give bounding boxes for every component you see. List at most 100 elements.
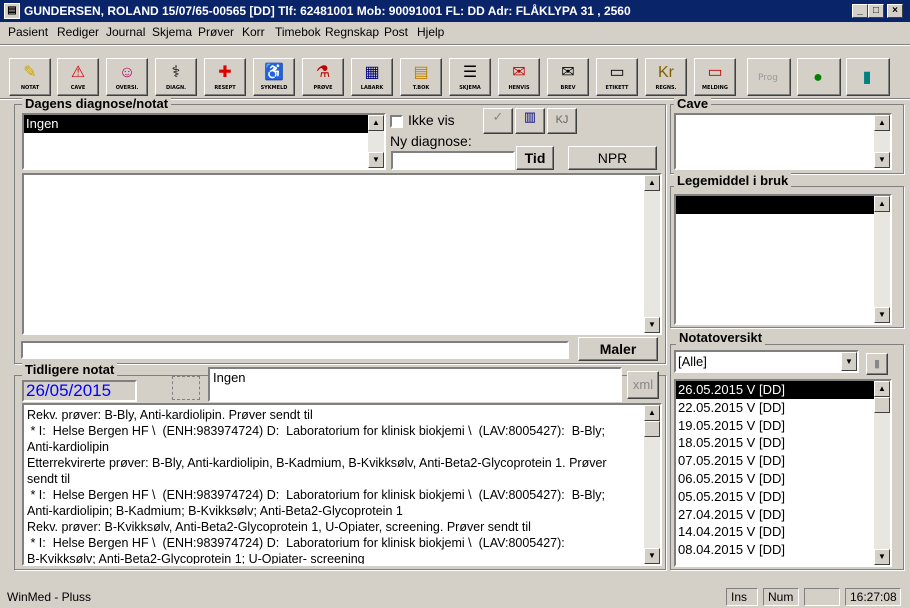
notat-list-item[interactable]: 07.05.2015 V [DD]	[676, 452, 874, 470]
toolbar-label: T.BOK	[412, 85, 430, 91]
menu-post[interactable]: Post	[384, 25, 408, 39]
toolbar-button-labark[interactable]: ▦ LABARK	[351, 58, 393, 96]
menu-regnskap[interactable]: Regnskap	[325, 25, 379, 39]
toolbar-icon: ▭	[707, 64, 723, 81]
diagnose-group-label: Dagens diagnose/notat	[22, 96, 172, 111]
toolbar-label: SYKMELD	[260, 85, 288, 91]
scroll-down-icon[interactable]: ▼	[874, 152, 890, 168]
toolbar-button-skjema[interactable]: ☰ SKJEMA	[449, 58, 491, 96]
cave-group-label: Cave	[674, 96, 712, 111]
notat-list-item[interactable]: 08.04.2015 V [DD]	[676, 541, 874, 559]
menu-journal[interactable]: Journal	[106, 25, 145, 39]
status-time: 16:27:08	[845, 588, 901, 606]
menu-skjema[interactable]: Skjema	[152, 25, 192, 39]
notat-filter-select[interactable]: [Alle] ▼	[674, 350, 859, 373]
notat-list-item[interactable]: 14.04.2015 V [DD]	[676, 523, 874, 541]
notat-list-item[interactable]: 05.05.2015 V [DD]	[676, 488, 874, 506]
toolbar-button-brev[interactable]: ✉ BREV	[547, 58, 589, 96]
minimize-icon[interactable]: _	[852, 4, 868, 18]
toolbar-button-regns[interactable]: Kr REGNS.	[645, 58, 687, 96]
scroll-thumb[interactable]	[644, 421, 660, 437]
kj-button[interactable]: KJ	[547, 108, 577, 134]
diagnose-list-item[interactable]: Ingen	[24, 115, 368, 133]
notat-line: * I: Helse Bergen HF \ (ENH:983974724) D…	[27, 536, 565, 550]
app-icon[interactable]: ▤	[4, 3, 20, 19]
tidligere-scrollbar[interactable]: ▲ ▼	[644, 405, 660, 564]
npr-button[interactable]: NPR	[568, 146, 657, 170]
tidligere-group-label: Tidligere notat	[22, 362, 118, 377]
menu-pasient[interactable]: Pasient	[8, 25, 48, 39]
toolbar-button-notat[interactable]: ✎ NOTAT	[9, 58, 51, 96]
notat-list-item[interactable]: 22.05.2015 V [DD]	[676, 399, 874, 417]
scroll-down-icon[interactable]: ▼	[368, 152, 384, 168]
toolbar-icon: ☺	[118, 64, 136, 81]
close-icon[interactable]: ×	[887, 4, 903, 18]
diagnose-list-scrollbar[interactable]: ▲ ▼	[368, 115, 384, 168]
menu-separator	[0, 44, 910, 46]
toolbar-button-henvis[interactable]: ✉ HENVIS	[498, 58, 540, 96]
note-textarea[interactable]: ▲ ▼	[22, 173, 662, 335]
notat-filter-value: [Alle]	[678, 354, 707, 369]
scroll-up-icon[interactable]: ▲	[644, 405, 660, 421]
toolbar-button-extra16[interactable]: ●	[797, 58, 841, 96]
notat-list-item[interactable]: 06.05.2015 V [DD]	[676, 470, 874, 488]
tidligere-attachment[interactable]	[172, 376, 200, 400]
menu-rediger[interactable]: Rediger	[57, 25, 99, 39]
archive-icon: ▥	[523, 109, 537, 124]
notat-list-item[interactable]: 18.05.2015 V [DD]	[676, 434, 874, 452]
chevron-down-icon[interactable]: ▼	[841, 352, 857, 371]
toolbar-button-etikett[interactable]: ▭ ETIKETT	[596, 58, 638, 96]
archive-button[interactable]: ▥	[515, 108, 545, 134]
note-scrollbar[interactable]: ▲ ▼	[644, 175, 660, 333]
toolbar-button-tbok[interactable]: ▤ T.BOK	[400, 58, 442, 96]
ikke-vis-checkbox[interactable]	[390, 115, 403, 128]
toolbar-label: PRØVE	[313, 85, 333, 91]
scroll-up-icon[interactable]: ▲	[644, 175, 660, 191]
maler-button[interactable]: Maler	[578, 337, 658, 361]
cave-scrollbar[interactable]: ▲ ▼	[874, 115, 890, 168]
toolbar-icon: ✉	[561, 64, 575, 81]
menu-korr[interactable]: Korr	[242, 25, 265, 39]
xml-button[interactable]: xml	[627, 371, 659, 399]
notat-list-item[interactable]: 19.05.2015 V [DD]	[676, 417, 874, 435]
toolbar-button-oversi[interactable]: ☺ OVERSI.	[106, 58, 148, 96]
scroll-down-icon[interactable]: ▼	[874, 549, 890, 565]
scroll-up-icon[interactable]: ▲	[874, 381, 890, 397]
maler-input[interactable]	[21, 341, 569, 359]
scroll-down-icon[interactable]: ▼	[644, 548, 660, 564]
notat-list-item[interactable]: 26.05.2015 V [DD]	[676, 381, 874, 399]
menu-hjelp[interactable]: Hjelp	[417, 25, 444, 39]
notat-list-item[interactable]: 27.04.2015 V [DD]	[676, 506, 874, 524]
notat-list[interactable]: 26.05.2015 V [DD] 22.05.2015 V [DD] 19.05.…	[674, 379, 892, 567]
toolbar-label: ETIKETT	[605, 85, 629, 91]
trash-button[interactable]: ▮	[866, 353, 888, 375]
notat-list-scrollbar[interactable]: ▲ ▼	[874, 381, 890, 565]
legemiddel-list[interactable]: ▲ ▼	[674, 194, 892, 325]
legemiddel-selected-row[interactable]	[676, 196, 874, 214]
ny-diagnose-input[interactable]	[391, 151, 515, 170]
menu-prover[interactable]: Prøver	[198, 25, 234, 39]
toolbar-button-prog[interactable]: Prog	[747, 58, 791, 96]
toolbar-button-diagn[interactable]: ⚕ DIAGN.	[155, 58, 197, 96]
check-button[interactable]: ✓	[483, 108, 513, 134]
toolbar-button-extra17[interactable]: ▮	[846, 58, 890, 96]
tidligere-notat-text[interactable]: Rekv. prøver: B-Bly, Anti-kardiolipin. P…	[22, 403, 662, 566]
tid-button[interactable]: Tid	[516, 146, 554, 170]
scroll-up-icon[interactable]: ▲	[368, 115, 384, 131]
toolbar-button-melding[interactable]: ▭ MELDING	[694, 58, 736, 96]
scroll-down-icon[interactable]: ▼	[874, 307, 890, 323]
cave-list[interactable]: ▲ ▼	[674, 113, 892, 170]
diagnose-list[interactable]: Ingen ▲ ▼	[22, 113, 386, 170]
toolbar-button-sykmeld[interactable]: ♿ SYKMELD	[253, 58, 295, 96]
toolbar-button-resept[interactable]: ✚ RESEPT	[204, 58, 246, 96]
scroll-up-icon[interactable]: ▲	[874, 196, 890, 212]
maximize-icon[interactable]: □	[868, 4, 884, 18]
menu-timebok[interactable]: Timebok	[275, 25, 321, 39]
toolbar-icon: ●	[813, 69, 823, 86]
toolbar-button-cave[interactable]: ⚠ CAVE	[57, 58, 99, 96]
scroll-down-icon[interactable]: ▼	[644, 317, 660, 333]
legemiddel-scrollbar[interactable]: ▲ ▼	[874, 196, 890, 323]
toolbar-button-prøve[interactable]: ⚗ PRØVE	[302, 58, 344, 96]
scroll-up-icon[interactable]: ▲	[874, 115, 890, 131]
scroll-thumb[interactable]	[874, 397, 890, 413]
